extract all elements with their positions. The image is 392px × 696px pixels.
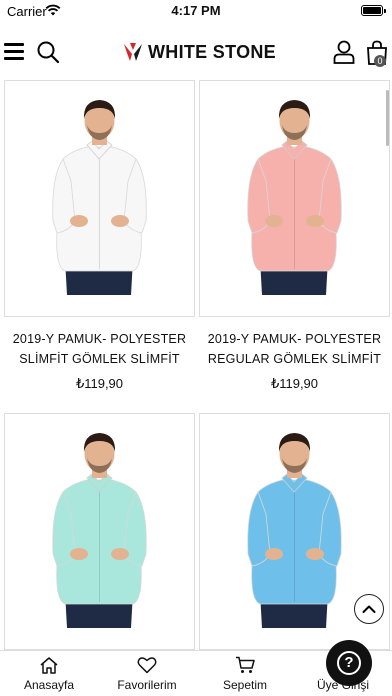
product-title-line: REGULAR GÖMLEK SLİMFİT: [207, 352, 382, 366]
product-price: ₺119,90: [75, 376, 124, 391]
help-chat-button[interactable]: ?: [326, 640, 372, 686]
scroll-to-top-button[interactable]: [354, 594, 384, 624]
tab-label: Favorilerim: [117, 678, 177, 692]
question-mark-icon: ?: [337, 651, 361, 675]
brand-name: WHITE STONE: [148, 41, 276, 62]
product-title-line: SLİMFİT GÖMLEK SLİMFİT: [19, 352, 180, 366]
product-title[interactable]: 2019-Y PAMUK- POLYESTER REGULAR GÖMLEK S…: [199, 329, 390, 369]
tab-label: Anasayfa: [23, 678, 75, 692]
scrollbar[interactable]: [386, 90, 389, 146]
model-photo: [52, 433, 147, 628]
product-title[interactable]: 2019-Y PAMUK- POLYESTER SLİMFİT GÖMLEK S…: [4, 329, 195, 369]
product-image[interactable]: [4, 80, 195, 317]
tab-favorites[interactable]: Favorilerim: [98, 651, 196, 696]
product-image[interactable]: [199, 80, 390, 317]
home-icon: [40, 657, 58, 674]
product-card[interactable]: 2019-Y PAMUK- POLYESTER SLİMFİT GÖMLEK S…: [4, 80, 195, 392]
app-header: WHITE STONE 0: [0, 22, 392, 78]
cart-icon: [236, 656, 255, 673]
shopping-bag-button[interactable]: 0: [366, 40, 388, 71]
product-image[interactable]: [4, 413, 195, 650]
product-title-line: 2019-Y PAMUK- POLYESTER: [207, 332, 382, 346]
heart-icon: [137, 657, 157, 674]
product-card[interactable]: [4, 413, 195, 650]
battery-icon: [361, 5, 386, 16]
model-photo: [247, 100, 342, 295]
search-icon[interactable]: [36, 40, 60, 69]
account-icon[interactable]: [333, 40, 355, 69]
product-price: ₺119,90: [270, 376, 319, 391]
product-grid: 2019-Y PAMUK- POLYESTER SLİMFİT GÖMLEK S…: [0, 80, 392, 650]
product-card[interactable]: 2019-Y PAMUK- POLYESTER REGULAR GÖMLEK S…: [199, 80, 390, 392]
product-title-line: 2019-Y PAMUK- POLYESTER: [12, 332, 187, 346]
tab-cart[interactable]: Sepetim: [196, 651, 294, 696]
menu-icon[interactable]: [4, 42, 26, 60]
tab-label: Sepetim: [222, 678, 268, 692]
tab-home[interactable]: Anasayfa: [0, 651, 98, 696]
logo-mark-icon: [124, 43, 142, 61]
model-photo: [52, 100, 147, 295]
brand-logo[interactable]: WHITE STONE: [122, 40, 276, 64]
status-bar: Carrier 4:17 PM: [0, 0, 392, 22]
chevron-up-icon: [362, 605, 376, 613]
cart-count-badge: 0: [374, 55, 386, 67]
clock: 4:17 PM: [171, 3, 221, 18]
